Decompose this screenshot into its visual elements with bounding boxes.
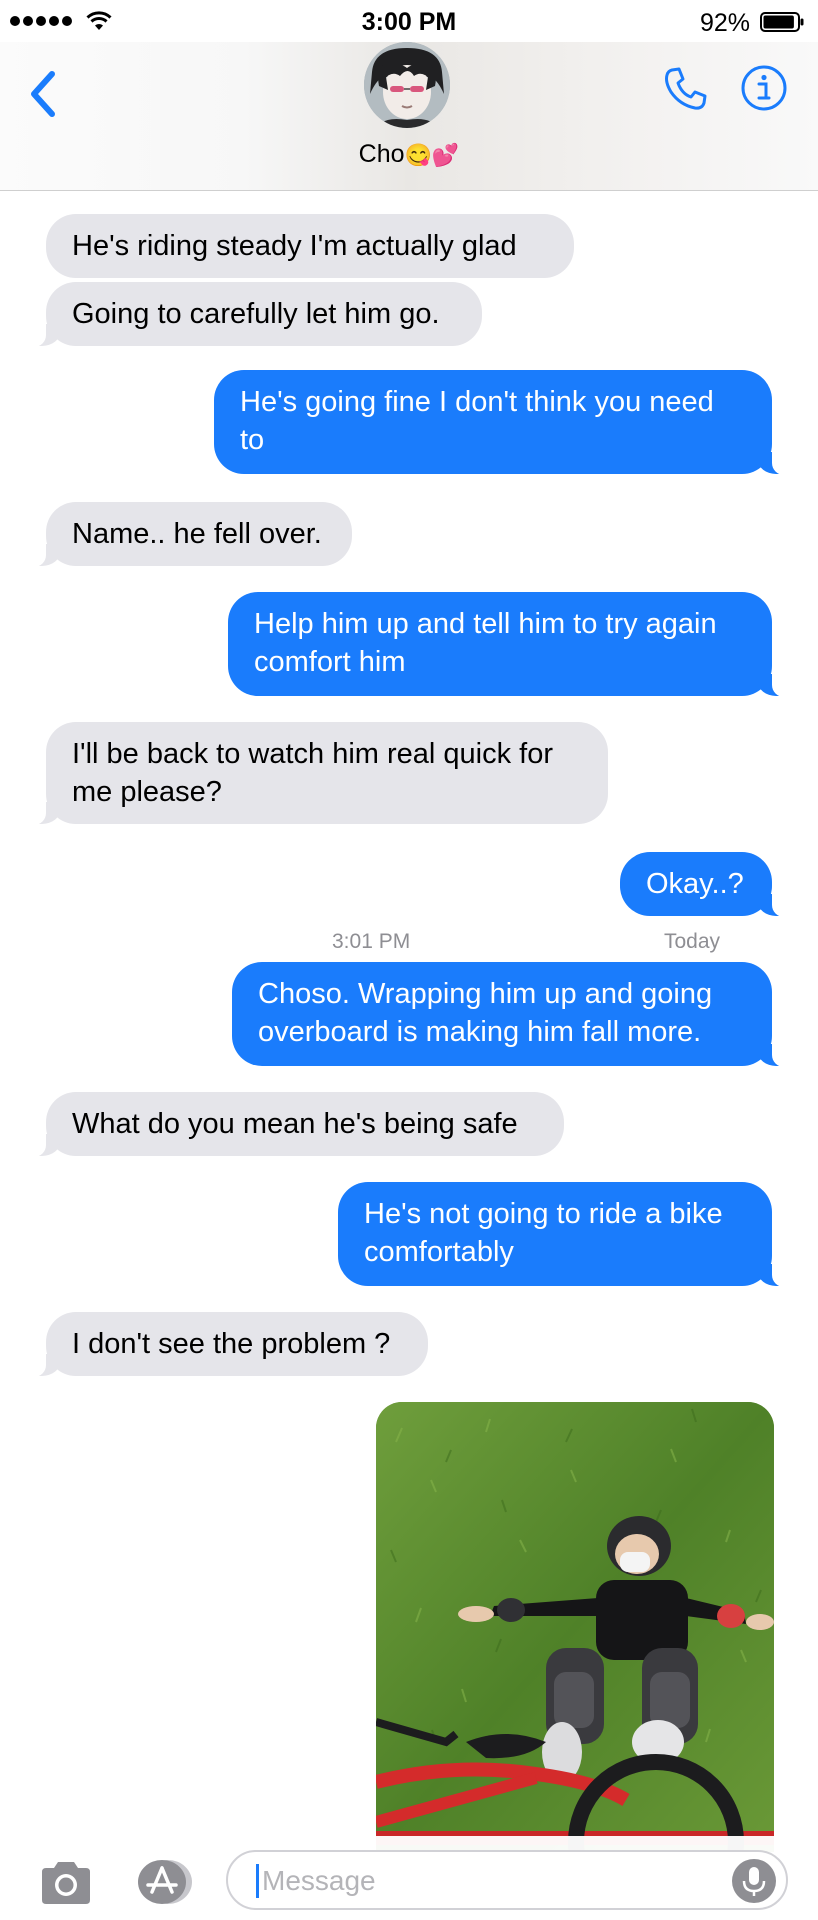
message-bubble-outgoing[interactable]: Okay..? (620, 852, 796, 917)
message-text: Going to carefully let him go. (72, 298, 440, 330)
timestamp-time: 3:01 PM (332, 930, 411, 953)
message-text: Help him up and tell him to try again co… (254, 608, 717, 678)
message-bubble-outgoing[interactable]: He's going fine I don't think you need t… (214, 370, 796, 475)
message-bubble-incoming[interactable]: He's riding steady I'm actually glad (46, 214, 574, 278)
phone-icon[interactable] (660, 64, 710, 114)
info-icon[interactable] (740, 64, 788, 112)
message-bubble-incoming[interactable]: I don't see the problem ? (22, 1312, 428, 1377)
message-bubble-incoming[interactable]: Name.. he fell over. (22, 502, 352, 567)
message-text: Name.. he fell over. (72, 518, 322, 550)
message-text: He's going fine I don't think you need t… (240, 386, 714, 456)
message-bubble-outgoing[interactable]: Choso. Wrapping him up and going overboa… (232, 962, 796, 1067)
photo-image (376, 1402, 774, 1852)
battery-percent: 92% (699, 9, 750, 37)
contact-name-area[interactable]: Cho😋💕 (0, 140, 818, 169)
message-bubble-incoming[interactable]: What do you mean he's being safe (22, 1092, 564, 1157)
message-text: Choso. Wrapping him up and going overboa… (258, 978, 713, 1048)
status-time: 3:00 PM (361, 8, 457, 36)
contact-emoji: 😋💕 (404, 142, 460, 168)
message-text: He's not going to ride a bike comfortabl… (364, 1198, 723, 1268)
message-text: He's riding steady I'm actually glad (72, 230, 517, 262)
battery-icon (760, 12, 804, 32)
conversation-header: Cho😋💕 (0, 42, 818, 191)
message-bubble-outgoing[interactable]: Help him up and tell him to try again co… (228, 592, 796, 697)
contact-avatar[interactable] (364, 42, 450, 128)
message-bubble-incoming[interactable]: Going to carefully let him go. (22, 282, 482, 347)
text-caret (256, 1864, 259, 1898)
contact-name: Cho (358, 140, 405, 168)
microphone-icon[interactable] (732, 1859, 776, 1903)
message-text: I don't see the problem ? (72, 1328, 391, 1360)
chevron-left-icon[interactable] (26, 66, 60, 122)
message-bubble-outgoing[interactable]: He's not going to ride a bike comfortabl… (338, 1182, 796, 1287)
message-bubble-incoming[interactable]: I'll be back to watch him real quick for… (22, 722, 608, 825)
app-store-icon[interactable] (130, 1858, 196, 1906)
message-input[interactable]: Message (226, 1850, 788, 1910)
photo-message[interactable] (376, 1402, 774, 1852)
message-input-bar: Message (0, 1836, 818, 1920)
message-placeholder: Message (262, 1865, 376, 1896)
message-text: Okay..? (646, 868, 744, 900)
timestamp-day: Today (664, 930, 721, 953)
status-bar: 3:00 PM 92% (0, 0, 818, 42)
message-text: I'll be back to watch him real quick for… (72, 738, 554, 808)
message-text: What do you mean he's being safe (72, 1108, 518, 1140)
camera-icon[interactable] (38, 1858, 94, 1906)
